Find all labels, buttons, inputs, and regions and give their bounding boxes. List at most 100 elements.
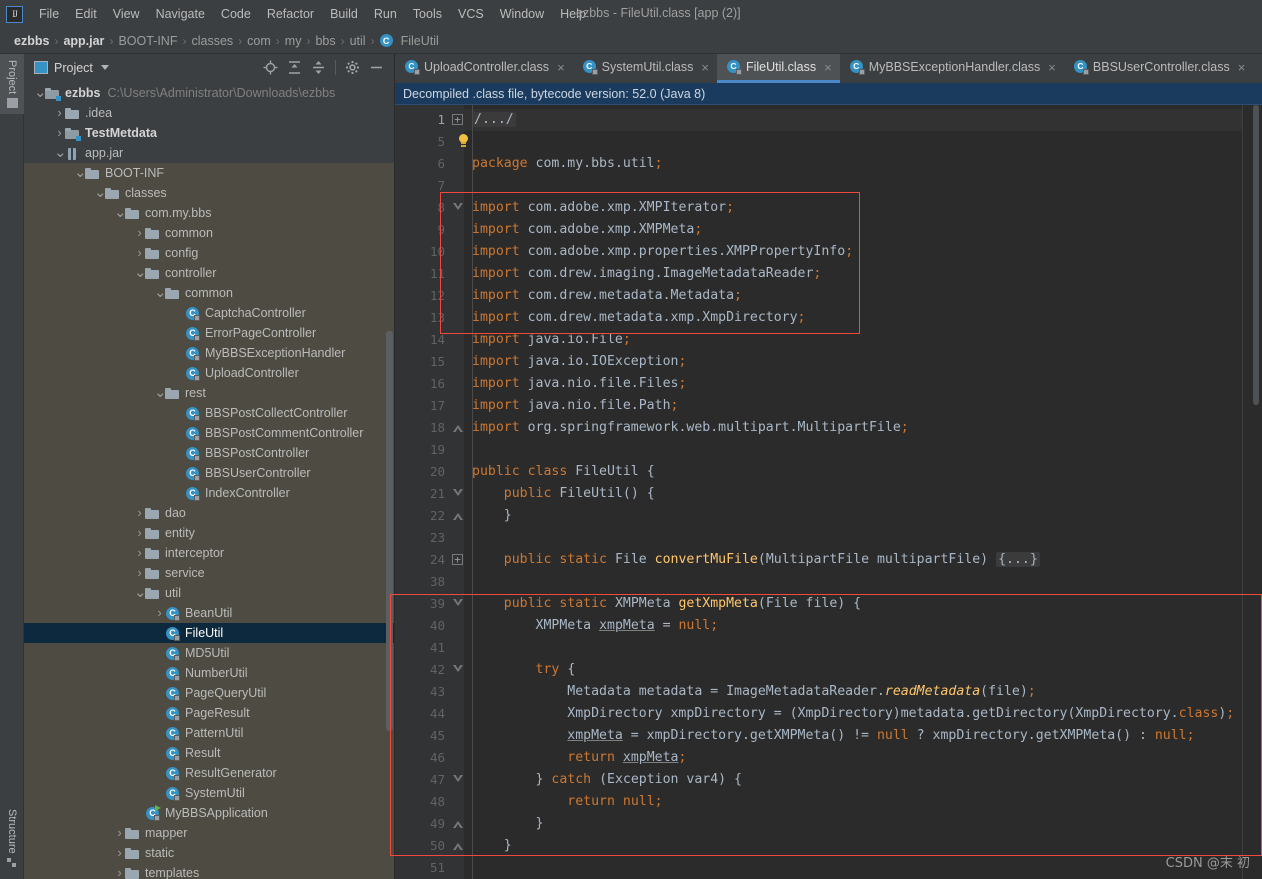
editor-tab-uploadcontroller-class[interactable]: UploadController.class × xyxy=(395,54,573,83)
fold-slot[interactable] xyxy=(450,197,464,219)
fold-region-end-icon[interactable] xyxy=(453,513,463,521)
fold-region-start-icon[interactable] xyxy=(453,774,463,782)
breadcrumb-item-fileutil[interactable]: C FileUtil xyxy=(376,34,443,48)
tree-node-common[interactable]: ⌄ common xyxy=(24,283,394,303)
fold-region-end-icon[interactable] xyxy=(453,821,463,829)
fold-region-start-icon[interactable] xyxy=(453,664,463,672)
code-line[interactable]: import java.nio.file.Files; xyxy=(464,373,1242,395)
menu-item-view[interactable]: View xyxy=(105,4,148,24)
code-line[interactable] xyxy=(464,131,1242,153)
code-line[interactable]: import java.io.File; xyxy=(464,329,1242,351)
chevron-down-icon[interactable]: ⌄ xyxy=(154,285,167,300)
tree-node-classes[interactable]: ⌄ classes xyxy=(24,183,394,203)
close-icon[interactable]: × xyxy=(1048,61,1056,74)
code-line[interactable] xyxy=(464,637,1242,659)
code-line[interactable] xyxy=(464,439,1242,461)
close-icon[interactable]: × xyxy=(824,61,832,74)
tree-node-mapper[interactable]: › mapper xyxy=(24,823,394,843)
fold-slot[interactable] xyxy=(450,813,464,835)
code-line[interactable] xyxy=(464,571,1242,593)
code-text[interactable]: /.../ package com.my.bbs.util; import co… xyxy=(464,105,1242,879)
chevron-down-icon[interactable]: ⌄ xyxy=(94,185,107,200)
fold-slot[interactable] xyxy=(450,835,464,857)
code-line[interactable]: xmpMeta = xmpDirectory.getXMPMeta() != n… xyxy=(464,725,1242,747)
code-line[interactable]: } catch (Exception var4) { xyxy=(464,769,1242,791)
editor-tab-bbsusercontroller-class[interactable]: BBSUserController.class × xyxy=(1064,54,1253,83)
close-icon[interactable]: × xyxy=(701,61,709,74)
menu-item-refactor[interactable]: Refactor xyxy=(259,4,322,24)
tree-node-controller[interactable]: ⌄ controller xyxy=(24,263,394,283)
fold-slot[interactable]: + xyxy=(450,109,464,131)
tool-window-button-structure[interactable]: Structure xyxy=(0,803,24,875)
chevron-down-icon[interactable]: ⌄ xyxy=(134,585,147,600)
tree-node-numberutil[interactable]: NumberUtil xyxy=(24,663,394,683)
menu-item-run[interactable]: Run xyxy=(366,4,405,24)
fold-slot[interactable]: + xyxy=(450,549,464,571)
tree-node-entity[interactable]: › entity xyxy=(24,523,394,543)
chevron-right-icon[interactable]: › xyxy=(54,123,65,143)
fold-slot[interactable] xyxy=(450,131,468,153)
code-line[interactable]: } xyxy=(464,505,1242,527)
fold-region-start-icon[interactable] xyxy=(453,598,463,606)
breadcrumb-item-classes[interactable]: classes xyxy=(187,34,237,48)
chevron-right-icon[interactable]: › xyxy=(134,563,145,583)
tree-node-ezbbs[interactable]: ⌄ ezbbs C:\Users\Administrator\Downloads\e… xyxy=(24,83,394,103)
breadcrumb-item-bbs[interactable]: bbs xyxy=(311,34,339,48)
breadcrumb-item-com[interactable]: com xyxy=(243,34,275,48)
breadcrumb-item-boot-inf[interactable]: BOOT-INF xyxy=(114,34,181,48)
chevron-right-icon[interactable]: › xyxy=(114,843,125,863)
chevron-down-icon[interactable] xyxy=(100,65,109,70)
tree-node-result[interactable]: Result xyxy=(24,743,394,763)
chevron-down-icon[interactable]: ⌄ xyxy=(154,385,167,400)
code-line[interactable]: import java.io.IOException; xyxy=(464,351,1242,373)
code-line[interactable]: public static XMPMeta getXmpMeta(File fi… xyxy=(464,593,1242,615)
fold-slot[interactable] xyxy=(450,505,464,527)
code-line[interactable]: return xmpMeta; xyxy=(464,747,1242,769)
code-line[interactable]: } xyxy=(464,813,1242,835)
menu-item-code[interactable]: Code xyxy=(213,4,259,24)
tree-node-app-jar[interactable]: ⌄ app.jar xyxy=(24,143,394,163)
tree-node-beanutil[interactable]: › BeanUtil xyxy=(24,603,394,623)
tree-node-interceptor[interactable]: › interceptor xyxy=(24,543,394,563)
tree-node-config[interactable]: › config xyxy=(24,243,394,263)
code-line[interactable]: import com.drew.metadata.xmp.XmpDirector… xyxy=(464,307,1242,329)
tree-node-bbspostcommentcontroller[interactable]: BBSPostCommentController xyxy=(24,423,394,443)
chevron-right-icon[interactable]: › xyxy=(54,103,65,123)
code-line[interactable]: } xyxy=(464,835,1242,857)
code-line[interactable]: try { xyxy=(464,659,1242,681)
code-folding-gutter[interactable]: + + xyxy=(450,105,468,879)
tree-node-static[interactable]: › static xyxy=(24,843,394,863)
tree-node-boot-inf[interactable]: ⌄ BOOT-INF xyxy=(24,163,394,183)
tree-node-pageresult[interactable]: PageResult xyxy=(24,703,394,723)
menu-item-file[interactable]: File xyxy=(31,4,67,24)
code-line[interactable]: import com.adobe.xmp.XMPMeta; xyxy=(464,219,1242,241)
menu-item-build[interactable]: Build xyxy=(322,4,366,24)
chevron-right-icon[interactable]: › xyxy=(134,523,145,543)
editor-tab-fileutil-class[interactable]: FileUtil.class × xyxy=(716,54,840,83)
tree-node-rest[interactable]: ⌄ rest xyxy=(24,383,394,403)
tree-node-templates[interactable]: › templates xyxy=(24,863,394,879)
code-line[interactable] xyxy=(464,175,1242,197)
code-line[interactable]: import com.adobe.xmp.properties.XMPPrope… xyxy=(464,241,1242,263)
chevron-down-icon[interactable]: ⌄ xyxy=(34,85,47,100)
code-line[interactable]: /.../ xyxy=(464,109,1242,131)
fold-slot[interactable] xyxy=(450,593,464,615)
fold-expand-icon[interactable]: + xyxy=(452,554,463,565)
chevron-down-icon[interactable]: ⌄ xyxy=(54,145,67,160)
editor-scrollbar-thumb[interactable] xyxy=(1253,105,1259,405)
tree-node-uploadcontroller[interactable]: UploadController xyxy=(24,363,394,383)
chevron-down-icon[interactable]: ⌄ xyxy=(134,265,147,280)
tree-node-pagequeryutil[interactable]: PageQueryUtil xyxy=(24,683,394,703)
menu-item-tools[interactable]: Tools xyxy=(405,4,450,24)
close-icon[interactable]: × xyxy=(557,61,565,74)
fold-region-end-icon[interactable] xyxy=(453,843,463,851)
tree-node-fileutil[interactable]: FileUtil xyxy=(24,623,394,643)
code-line[interactable]: return null; xyxy=(464,791,1242,813)
code-line[interactable]: import java.nio.file.Path; xyxy=(464,395,1242,417)
chevron-right-icon[interactable]: › xyxy=(134,503,145,523)
tree-node-resultgenerator[interactable]: ResultGenerator xyxy=(24,763,394,783)
code-line[interactable]: package com.my.bbs.util; xyxy=(464,153,1242,175)
code-line[interactable] xyxy=(464,527,1242,549)
editor-tab-systemutil-class[interactable]: SystemUtil.class × xyxy=(573,54,717,83)
code-line[interactable]: import org.springframework.web.multipart… xyxy=(464,417,1242,439)
